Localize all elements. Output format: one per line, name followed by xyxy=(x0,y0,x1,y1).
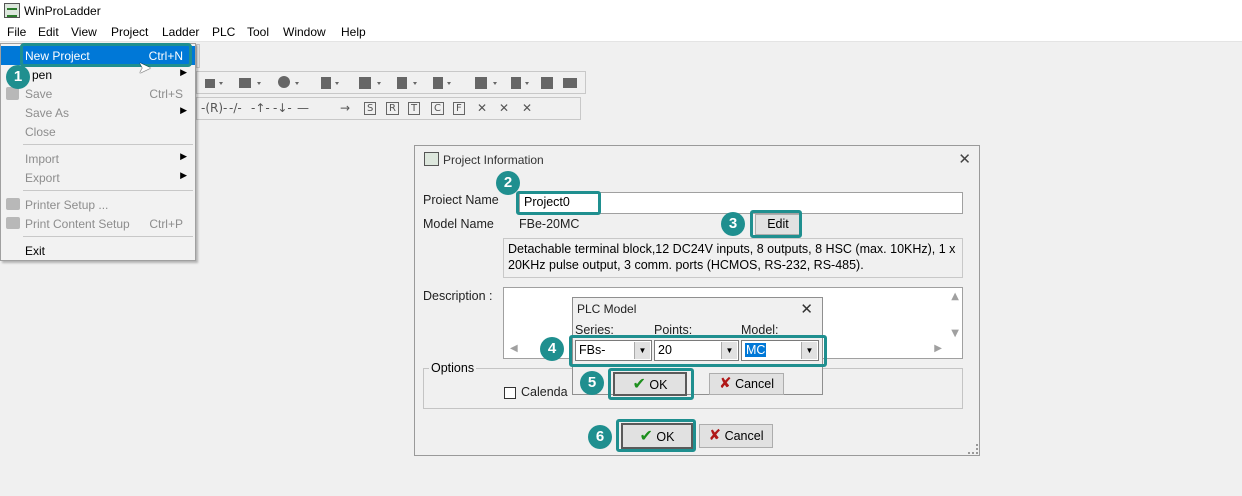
toolbar-2 xyxy=(196,71,586,94)
calendar-checkbox[interactable] xyxy=(504,387,516,399)
model-description: Detachable terminal block,12 DC24V input… xyxy=(503,238,963,278)
save-shortcut: Ctrl+S xyxy=(149,87,183,101)
toolbar-3: -(R)- -/- -↑- -↓- — → S R T C F ✕ ✕ ✕ xyxy=(196,97,581,120)
callout-3: 3 xyxy=(721,212,745,236)
callout-6: 6 xyxy=(588,425,612,449)
model-name-value: FBe-20MC xyxy=(519,217,580,231)
title-bar: WinProLadder xyxy=(0,0,1242,22)
menu-view[interactable]: View xyxy=(71,25,97,39)
menu-separator xyxy=(23,190,193,191)
menu-project[interactable]: Project xyxy=(111,25,148,39)
output-arrow-icon[interactable]: → xyxy=(340,101,350,115)
printer-setup-label: Printer Setup ... xyxy=(25,198,109,212)
highlight-new-project xyxy=(20,43,192,67)
counter-icon[interactable]: C xyxy=(431,102,444,115)
resize-grip-icon[interactable] xyxy=(968,444,978,454)
save-label: Save xyxy=(25,87,53,101)
callout-2: 2 xyxy=(496,171,520,195)
dialog-app-icon xyxy=(424,152,439,166)
menu-item-save-as[interactable]: Save As ▶ xyxy=(1,103,195,122)
pulse-down-icon[interactable]: -↓- xyxy=(273,101,292,115)
timer-icon[interactable]: T xyxy=(408,102,421,115)
export-label: Export xyxy=(25,171,60,185)
delete-vertical-icon[interactable]: ✕ xyxy=(499,101,509,115)
menu-ladder[interactable]: Ladder xyxy=(162,25,199,39)
submenu-arrow-icon: ▶ xyxy=(180,67,187,77)
cancel-button[interactable]: ✘ Cancel xyxy=(699,424,773,448)
submenu-arrow-icon: ▶ xyxy=(180,151,187,161)
inverse-coil-icon[interactable]: -/- xyxy=(229,101,242,115)
menu-edit[interactable]: Edit xyxy=(38,25,59,39)
highlight-ok-button xyxy=(616,419,696,452)
callout-5: 5 xyxy=(580,371,604,395)
reset-icon[interactable]: R xyxy=(386,102,399,115)
menu-help[interactable]: Help xyxy=(341,25,366,39)
callout-4: 4 xyxy=(540,337,564,361)
menu-tool[interactable]: Tool xyxy=(247,25,269,39)
callout-1: 1 xyxy=(6,65,30,89)
scroll-right-icon[interactable]: ▶ xyxy=(934,343,942,354)
pulse-up-icon[interactable]: -↑- xyxy=(251,101,270,115)
dialog-title: Project Information xyxy=(443,153,544,167)
menu-item-printer-setup[interactable]: Printer Setup ... xyxy=(1,195,195,214)
window-title: WinProLadder xyxy=(24,4,101,18)
toolbar-1 xyxy=(196,44,200,68)
close-icon[interactable]: ✕ xyxy=(800,300,813,318)
submenu-arrow-icon: ▶ xyxy=(180,105,187,115)
menu-item-import[interactable]: Import ▶ xyxy=(1,149,195,168)
scroll-down-icon[interactable]: ▼ xyxy=(951,328,959,339)
menu-separator xyxy=(23,144,193,145)
description-label: Description : xyxy=(423,289,493,303)
save-as-label: Save As xyxy=(25,106,70,120)
delete-all-icon[interactable]: ✕ xyxy=(522,101,532,115)
exit-label: Exit xyxy=(25,244,46,258)
highlight-plc-selects xyxy=(569,335,827,367)
menu-item-save[interactable]: Save Ctrl+S xyxy=(1,84,195,103)
plc-dialog-title: PLC Model xyxy=(577,302,637,316)
set-icon[interactable]: S xyxy=(364,102,377,115)
toolbar-2-icons[interactable] xyxy=(197,72,587,94)
cancel-label: Cancel xyxy=(724,429,764,443)
menu-item-export[interactable]: Export ▶ xyxy=(1,168,195,187)
plc-cancel-label: Cancel xyxy=(735,377,774,391)
mouse-cursor-icon: ➤ xyxy=(138,58,152,77)
open-label: pen xyxy=(32,68,53,82)
project-name-label: Proiect Name xyxy=(423,193,499,207)
printer-icon xyxy=(6,217,20,229)
highlight-project-name xyxy=(516,191,601,215)
submenu-arrow-icon: ▶ xyxy=(180,170,187,180)
highlight-plc-ok xyxy=(608,368,694,400)
menu-item-open[interactable]: pen ▶ xyxy=(1,65,195,84)
close-label: Close xyxy=(25,125,56,139)
menu-item-print-content-setup[interactable]: Print Content Setup Ctrl+P xyxy=(1,214,195,233)
highlight-edit-button xyxy=(750,210,802,238)
import-label: Import xyxy=(25,152,60,166)
menu-file[interactable]: File xyxy=(7,25,26,39)
options-label: Options xyxy=(429,361,477,375)
cross-icon: ✘ xyxy=(719,374,732,392)
plc-cancel-button[interactable]: ✘ Cancel xyxy=(709,373,784,395)
menu-separator xyxy=(23,236,193,237)
calendar-label: Calenda xyxy=(521,385,568,399)
menu-item-exit[interactable]: Exit xyxy=(1,241,195,260)
menu-window[interactable]: Window xyxy=(283,25,326,39)
delete-icon[interactable]: ✕ xyxy=(477,101,487,115)
menu-item-close[interactable]: Close xyxy=(1,122,195,141)
app-icon xyxy=(4,3,20,18)
printer-icon xyxy=(6,198,20,210)
horizontal-line-icon[interactable]: — xyxy=(297,101,309,115)
print-content-setup-label: Print Content Setup xyxy=(25,217,130,231)
print-content-shortcut: Ctrl+P xyxy=(149,217,183,231)
menu-plc[interactable]: PLC xyxy=(212,25,235,39)
menu-bar: File Edit View Project Ladder PLC Tool W… xyxy=(0,22,1242,42)
close-icon[interactable]: ✕ xyxy=(958,150,971,168)
model-name-label: Model Name xyxy=(423,217,494,231)
scroll-left-icon[interactable]: ◀ xyxy=(510,343,518,354)
scroll-up-icon[interactable]: ▲ xyxy=(951,291,959,302)
cross-icon: ✘ xyxy=(708,426,722,444)
function-icon[interactable]: F xyxy=(453,102,465,115)
coil-icon[interactable]: -(R)- xyxy=(201,101,227,115)
